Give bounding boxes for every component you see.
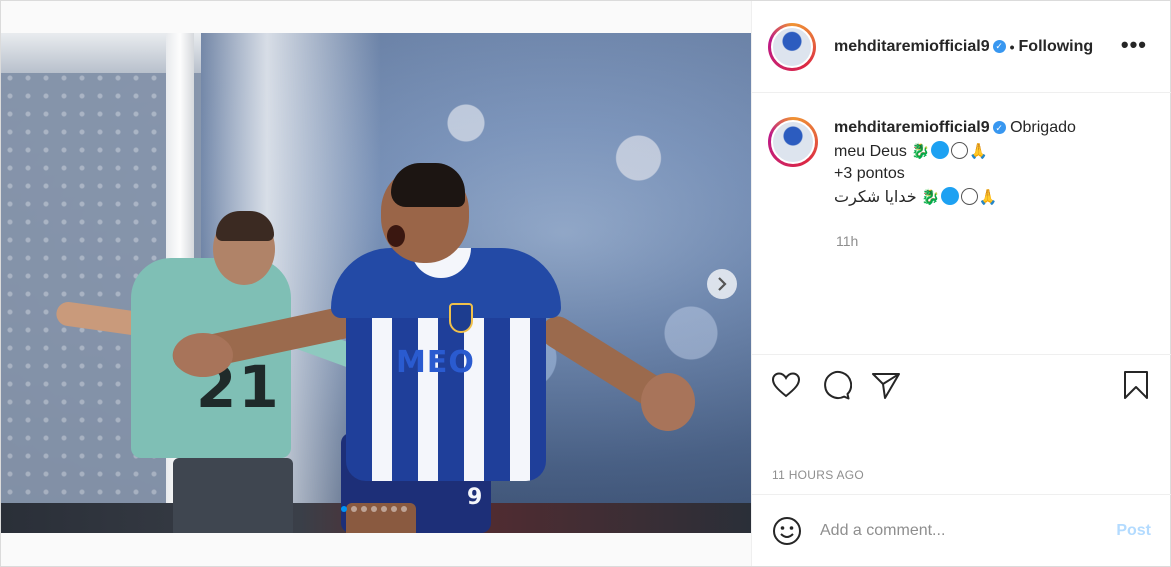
striker-hair bbox=[391, 163, 465, 207]
chevron-right-icon bbox=[718, 277, 727, 291]
post-photo[interactable]: 21 9 MEO bbox=[1, 33, 751, 533]
carousel-dot bbox=[381, 506, 387, 512]
caption-line: خدایا شکرت 🐉 🙏 bbox=[834, 186, 1076, 210]
instagram-post: 21 9 MEO mehditaremiofficial9 ✓ • Follow… bbox=[0, 0, 1171, 567]
comment-button[interactable] bbox=[820, 369, 853, 401]
avatar[interactable] bbox=[768, 117, 818, 167]
carousel-dot bbox=[341, 506, 347, 512]
caption-line-4: خدایا شکرت bbox=[834, 188, 917, 206]
carousel-dot bbox=[401, 506, 407, 512]
avatar[interactable] bbox=[768, 22, 816, 71]
comment-bubble-icon bbox=[824, 371, 853, 400]
white-circle-emoji-icon bbox=[960, 187, 978, 205]
caption-line-2: meu Deus bbox=[834, 142, 907, 160]
blue-circle-emoji-icon bbox=[940, 186, 959, 205]
white-circle-emoji-icon bbox=[951, 141, 969, 159]
share-button[interactable] bbox=[870, 369, 902, 401]
goalkeeper-shorts bbox=[173, 458, 293, 533]
caption-line: mehditaremiofficial9 ✓ Obrigado bbox=[834, 117, 1076, 140]
carousel-dot bbox=[391, 506, 397, 512]
emoji-smiley-icon[interactable] bbox=[772, 516, 802, 546]
striker-hand-right bbox=[641, 373, 695, 431]
caption-line-3: +3 pontos bbox=[834, 165, 905, 182]
username-link[interactable]: mehditaremiofficial9 bbox=[834, 119, 990, 136]
carousel-dot bbox=[361, 506, 367, 512]
separator: • bbox=[1009, 38, 1015, 55]
praying-hands-emoji-icon: 🙏 bbox=[978, 187, 998, 206]
blue-circle-emoji-icon bbox=[931, 140, 950, 159]
more-options-button[interactable]: ••• bbox=[1121, 34, 1147, 56]
verified-badge-icon: ✓ bbox=[992, 40, 1006, 53]
divider bbox=[752, 354, 1171, 355]
post-header: mehditaremiofficial9 ✓ • Following ••• bbox=[752, 1, 1171, 93]
carousel-dot bbox=[351, 506, 357, 512]
bookmark-icon bbox=[1124, 371, 1148, 399]
post-sidebar: mehditaremiofficial9 ✓ • Following ••• m… bbox=[751, 1, 1171, 566]
dragon-emoji-icon: 🐉 bbox=[911, 141, 931, 160]
avatar-image bbox=[771, 25, 813, 68]
header-user: mehditaremiofficial9 ✓ • Following bbox=[834, 38, 1093, 56]
caption-timestamp[interactable]: 11h bbox=[836, 233, 858, 249]
following-button[interactable]: Following bbox=[1019, 38, 1094, 56]
goalkeeper-hair bbox=[216, 211, 274, 241]
caption-text: mehditaremiofficial9 ✓ Obrigado meu Deus … bbox=[834, 117, 1076, 209]
comment-bar: Post bbox=[752, 495, 1171, 566]
avatar-image bbox=[771, 120, 815, 164]
username-link[interactable]: mehditaremiofficial9 bbox=[834, 38, 990, 56]
striker-hand-left bbox=[173, 333, 233, 377]
verified-badge-icon: ✓ bbox=[992, 121, 1006, 135]
carousel-indicator bbox=[341, 506, 407, 512]
striker-shorts-number: 9 bbox=[467, 485, 483, 510]
praying-hands-emoji-icon: 🙏 bbox=[969, 141, 988, 160]
dragon-emoji-icon: 🐉 bbox=[921, 187, 940, 206]
jersey-sponsor: MEO bbox=[396, 345, 475, 380]
carousel-dot bbox=[371, 506, 377, 512]
post-media: 21 9 MEO bbox=[1, 1, 751, 566]
club-badge-icon bbox=[449, 303, 473, 333]
paper-plane-icon bbox=[872, 373, 900, 399]
post-caption: mehditaremiofficial9 ✓ Obrigado meu Deus … bbox=[768, 117, 1158, 209]
post-comment-button[interactable]: Post bbox=[1116, 522, 1151, 540]
striker-mouth bbox=[387, 225, 405, 247]
caption-line: meu Deus 🐉 🙏 bbox=[834, 140, 1076, 164]
post-date[interactable]: 11 HOURS AGO bbox=[772, 468, 864, 482]
like-button[interactable] bbox=[770, 369, 802, 401]
save-button[interactable] bbox=[1120, 369, 1152, 401]
caption-line-1: Obrigado bbox=[1010, 119, 1076, 136]
carousel-next-button[interactable] bbox=[707, 269, 737, 299]
heart-icon bbox=[771, 372, 801, 398]
comment-input[interactable] bbox=[820, 521, 1117, 540]
